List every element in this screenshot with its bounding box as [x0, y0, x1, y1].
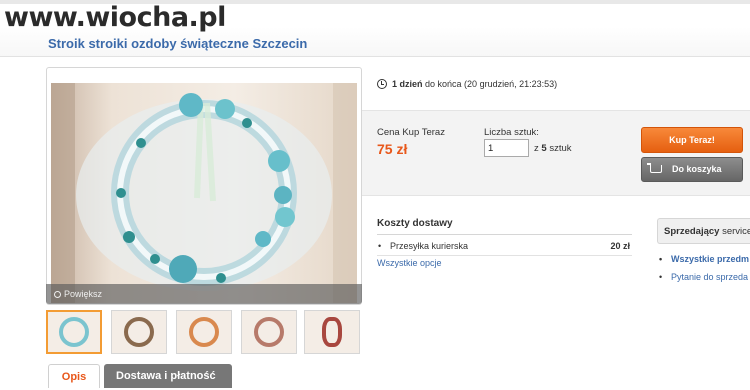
page-title: Stroik stroiki ozdoby świąteczne Szczeci…: [48, 36, 308, 51]
thumbnail-image: [322, 317, 342, 347]
add-to-cart-button[interactable]: Do koszyka: [641, 157, 743, 182]
all-options-link[interactable]: Wszystkie opcje: [377, 258, 632, 268]
bullet: •: [659, 254, 663, 264]
thumbnail-image: [254, 317, 284, 347]
quantity-available-count: 5: [541, 143, 547, 154]
zoom-label: Powiększ: [64, 289, 103, 299]
cart-icon: [647, 163, 662, 173]
seller-question-link[interactable]: • Pytanie do sprzeda: [657, 272, 750, 282]
quantity-label: Liczba sztuk:: [484, 127, 539, 138]
thumbnail-5[interactable]: [304, 310, 360, 354]
shipping-title: Koszty dostawy: [377, 218, 632, 235]
thumbnail-image: [59, 317, 89, 347]
tab-opis[interactable]: Opis: [48, 364, 100, 388]
seller-name: service: [722, 226, 750, 237]
watermark: www.wiocha.pl: [4, 2, 226, 33]
price-value: 75 zł: [377, 141, 408, 157]
quantity-available-unit: sztuk: [549, 143, 572, 154]
buy-now-button[interactable]: Kup Teraz!: [641, 127, 743, 153]
shipping-row: • Przesyłka kurierska 20 zł: [377, 241, 632, 255]
clock-icon: [377, 79, 387, 89]
shipping-costs: Koszty dostawy • Przesyłka kurierska 20 …: [377, 218, 632, 268]
bullet: •: [659, 272, 663, 282]
seller-box[interactable]: Sprzedający service: [657, 218, 750, 244]
magnifier-icon: [54, 291, 61, 298]
cart-label: Do koszyka: [672, 164, 722, 174]
seller-all-items-link[interactable]: • Wszystkie przedm: [657, 254, 750, 264]
buy-box: Cena Kup Teraz 75 zł Liczba sztuk: z 5 s…: [362, 110, 750, 196]
thumbnail-image: [189, 317, 219, 347]
seller-link-label: Wszystkie przedm: [671, 254, 750, 264]
quantity-available-prefix: z: [534, 143, 539, 154]
thumbnail-1[interactable]: [46, 310, 102, 354]
thumbnail-strip: [46, 310, 362, 356]
thumbnail-2[interactable]: [111, 310, 167, 354]
time-end: do końca (20 grudzień, 21:23:53): [425, 79, 558, 89]
image-gallery: [46, 67, 362, 305]
divider: [377, 255, 632, 256]
thumbnail-4[interactable]: [241, 310, 297, 354]
seller-panel: Sprzedający service • Wszystkie przedm • P…: [657, 218, 750, 282]
bullet: •: [378, 241, 382, 251]
thumbnail-image: [124, 317, 154, 347]
time-remaining: 1 dzień: [392, 79, 423, 89]
zoom-bar[interactable]: Powiększ: [46, 284, 362, 304]
shipping-cost: 20 zł: [610, 241, 630, 251]
seller-link-label: Pytanie do sprzeda: [671, 272, 749, 282]
seller-label: Sprzedający: [664, 226, 720, 237]
tab-dostawa[interactable]: Dostawa i płatność: [104, 364, 232, 388]
auction-timer: 1 dzień do końca (20 grudzień, 21:23:53): [377, 77, 557, 89]
main-product-photo[interactable]: [51, 83, 357, 303]
wreath-illustration: [51, 83, 357, 303]
thumbnail-3[interactable]: [176, 310, 232, 354]
quantity-available: z 5 sztuk: [534, 143, 572, 154]
quantity-input[interactable]: [484, 139, 529, 157]
shipping-method: Przesyłka kurierska: [390, 241, 469, 251]
price-label: Cena Kup Teraz: [377, 127, 445, 138]
